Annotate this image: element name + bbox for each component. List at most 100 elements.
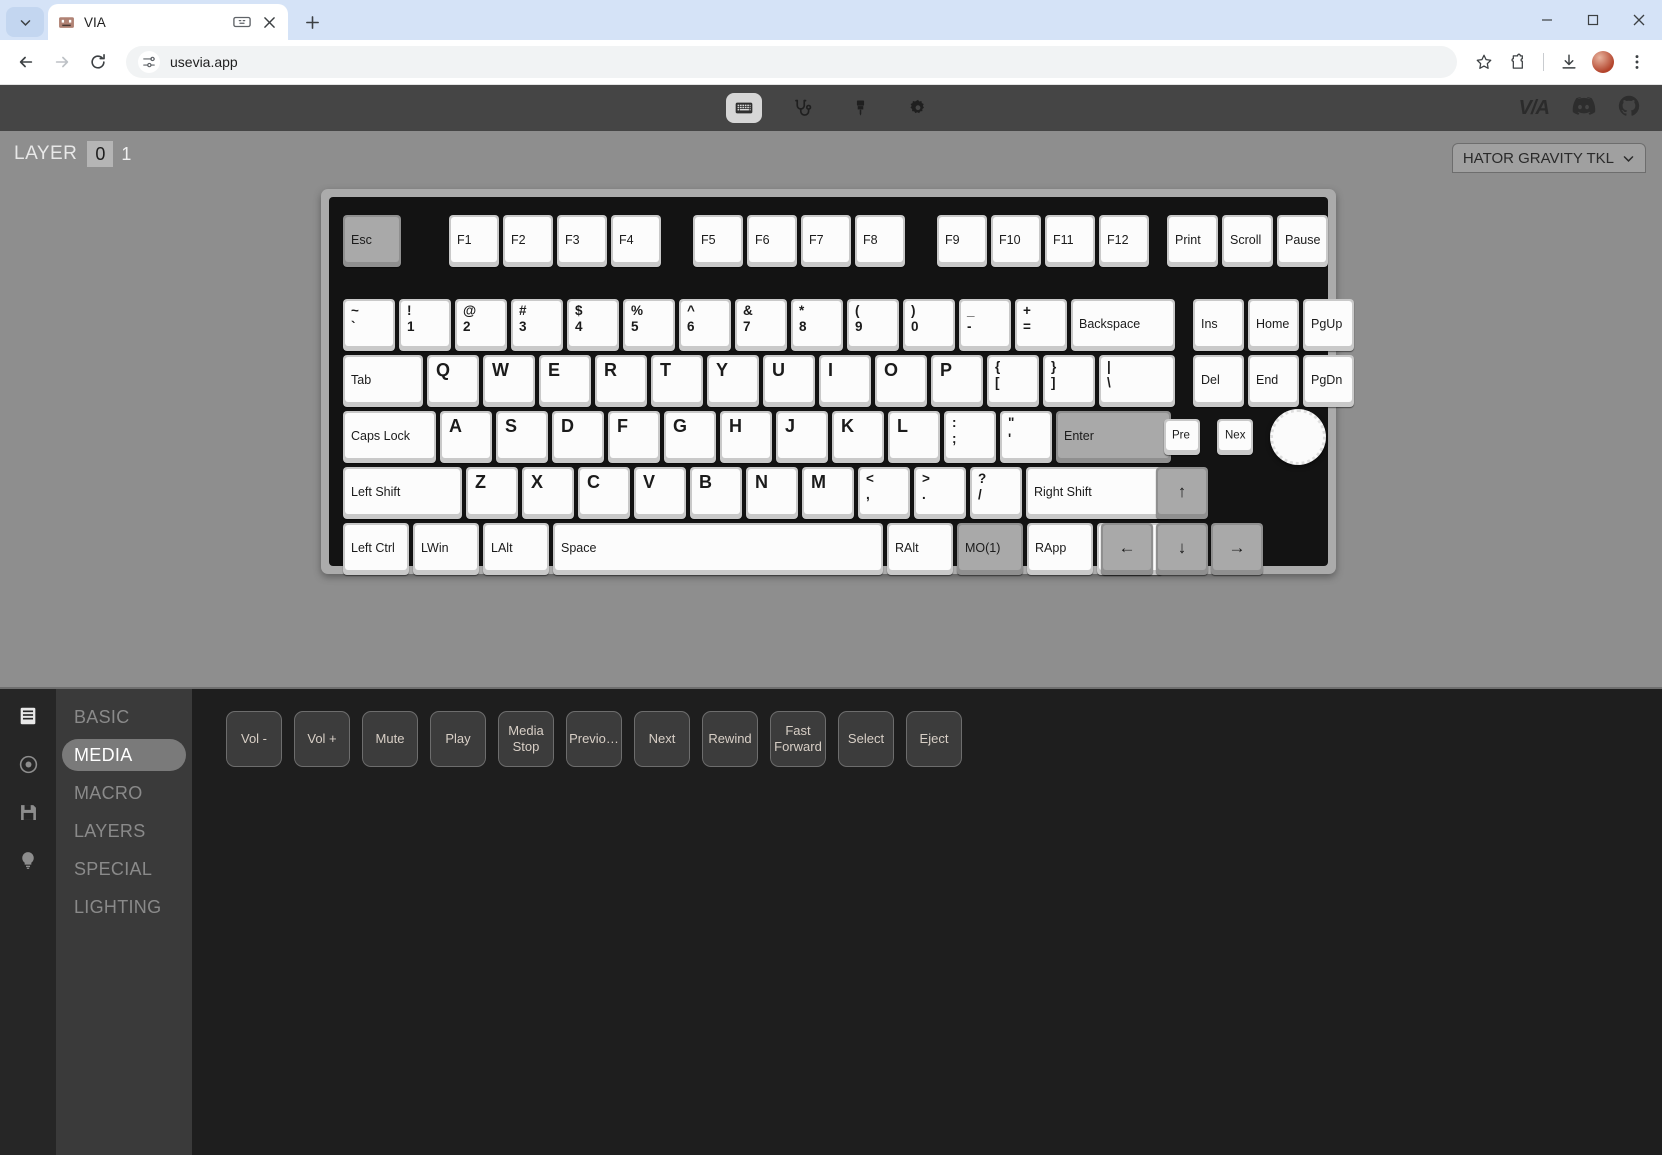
key-q[interactable]: Q xyxy=(427,355,479,407)
minimize-icon[interactable] xyxy=(1524,0,1570,40)
download-icon[interactable] xyxy=(1554,47,1584,77)
key-print[interactable]: Print xyxy=(1167,215,1218,267)
key-arrow-down[interactable]: ↓ xyxy=(1156,523,1208,575)
app-tab-settings[interactable] xyxy=(900,93,936,123)
lighting-bulb-icon[interactable] xyxy=(15,847,41,873)
key-5[interactable]: % 5 xyxy=(623,299,675,351)
key-i[interactable]: I xyxy=(819,355,871,407)
key-lalt[interactable]: LAlt xyxy=(483,523,549,575)
key-pause[interactable]: Pause xyxy=(1277,215,1328,267)
key-y[interactable]: Y xyxy=(707,355,759,407)
keycode-next[interactable]: Next xyxy=(634,711,690,767)
key-f[interactable]: F xyxy=(608,411,660,463)
key-arrow-up[interactable]: ↑ xyxy=(1156,467,1208,519)
keycode-media-stop[interactable]: Media Stop xyxy=(498,711,554,767)
key-s[interactable]: S xyxy=(496,411,548,463)
category-layers[interactable]: LAYERS xyxy=(62,815,186,847)
keycode-rewind[interactable]: Rewind xyxy=(702,711,758,767)
key-8[interactable]: * 8 xyxy=(791,299,843,351)
category-media[interactable]: MEDIA xyxy=(62,739,186,771)
key-z[interactable]: Z xyxy=(466,467,518,519)
category-basic[interactable]: BASIC xyxy=(62,701,186,733)
key-caps-lock[interactable]: Caps Lock xyxy=(343,411,436,463)
key-space[interactable]: Space xyxy=(553,523,883,575)
key-ins[interactable]: Ins xyxy=(1193,299,1244,351)
device-select[interactable]: HATOR GRAVITY TKL xyxy=(1451,143,1646,173)
app-tab-design[interactable] xyxy=(842,93,878,123)
category-lighting[interactable]: LIGHTING xyxy=(62,891,186,923)
keycode-vol[interactable]: Vol + xyxy=(294,711,350,767)
key-f7[interactable]: F7 xyxy=(801,215,851,267)
keycode-previo[interactable]: Previo… xyxy=(566,711,622,767)
key-x[interactable]: X xyxy=(522,467,574,519)
site-settings-icon[interactable] xyxy=(138,51,160,73)
key-j[interactable]: J xyxy=(776,411,828,463)
key-b[interactable]: B xyxy=(690,467,742,519)
extensions-puzzle-icon[interactable] xyxy=(1503,47,1533,77)
key-f2[interactable]: F2 xyxy=(503,215,553,267)
key-4-8[interactable]: <, xyxy=(858,467,910,519)
key-p[interactable]: P xyxy=(931,355,983,407)
key-2-13[interactable]: | \ xyxy=(1099,355,1175,407)
key-del[interactable]: Del xyxy=(1193,355,1244,407)
key-0[interactable]: ) 0 xyxy=(903,299,955,351)
key-1-12[interactable]: + = xyxy=(1015,299,1067,351)
key-f8[interactable]: F8 xyxy=(855,215,905,267)
keycode-play[interactable]: Play xyxy=(430,711,486,767)
key-enter[interactable]: Enter xyxy=(1056,411,1171,463)
key-pgdn[interactable]: PgDn xyxy=(1303,355,1354,407)
browser-tab[interactable]: VIA xyxy=(48,4,288,40)
key-t[interactable]: T xyxy=(651,355,703,407)
key-rapp[interactable]: RApp xyxy=(1027,523,1093,575)
key-f3[interactable]: F3 xyxy=(557,215,607,267)
key-e[interactable]: E xyxy=(539,355,591,407)
star-icon[interactable] xyxy=(1469,47,1499,77)
github-icon[interactable] xyxy=(1618,95,1640,122)
key-u[interactable]: U xyxy=(763,355,815,407)
key-2[interactable]: @2 xyxy=(455,299,507,351)
key-l[interactable]: L xyxy=(888,411,940,463)
record-macro-icon[interactable] xyxy=(15,751,41,777)
category-special[interactable]: SPECIAL xyxy=(62,853,186,885)
app-tab-debug[interactable] xyxy=(784,93,820,123)
key-1-0[interactable]: ~ ` xyxy=(343,299,395,351)
key-pgup[interactable]: PgUp xyxy=(1303,299,1354,351)
key-f9[interactable]: F9 xyxy=(937,215,987,267)
keycode-vol[interactable]: Vol - xyxy=(226,711,282,767)
address-bar[interactable]: usevia.app xyxy=(126,46,1457,78)
rotary-encoder-knob[interactable] xyxy=(1270,409,1326,465)
key-c[interactable]: C xyxy=(578,467,630,519)
key-left-shift[interactable]: Left Shift xyxy=(343,467,462,519)
key-right-shift[interactable]: Right Shift xyxy=(1026,467,1171,519)
key-f6[interactable]: F6 xyxy=(747,215,797,267)
key-r[interactable]: R xyxy=(595,355,647,407)
back-arrow-icon[interactable] xyxy=(10,46,42,78)
key-m[interactable]: M xyxy=(802,467,854,519)
key-home[interactable]: Home xyxy=(1248,299,1299,351)
address-bar-text[interactable]: usevia.app xyxy=(170,54,1445,70)
window-close-icon[interactable] xyxy=(1616,0,1662,40)
kebab-menu-icon[interactable] xyxy=(1622,47,1652,77)
key-f4[interactable]: F4 xyxy=(611,215,661,267)
key-next-track[interactable]: Nex xyxy=(1217,419,1253,455)
key-3-10[interactable]: :; xyxy=(944,411,996,463)
app-tab-configure[interactable] xyxy=(726,93,762,123)
keycode-fast-forward[interactable]: Fast Forward xyxy=(770,711,826,767)
key-tab[interactable]: Tab xyxy=(343,355,423,407)
key-ralt[interactable]: RAlt xyxy=(887,523,953,575)
key-arrow-right[interactable]: → xyxy=(1211,523,1263,575)
key-4[interactable]: $4 xyxy=(567,299,619,351)
tab-media-icon[interactable] xyxy=(233,15,251,29)
category-macro[interactable]: MACRO xyxy=(62,777,186,809)
keymap-icon[interactable] xyxy=(15,703,41,729)
key-g[interactable]: G xyxy=(664,411,716,463)
forward-arrow-icon[interactable] xyxy=(46,46,78,78)
key-2-11[interactable]: {[ xyxy=(987,355,1039,407)
key-f5[interactable]: F5 xyxy=(693,215,743,267)
key-h[interactable]: H xyxy=(720,411,772,463)
key-w[interactable]: W xyxy=(483,355,535,407)
key-v[interactable]: V xyxy=(634,467,686,519)
key-lwin[interactable]: LWin xyxy=(413,523,479,575)
key-f1[interactable]: F1 xyxy=(449,215,499,267)
reload-icon[interactable] xyxy=(82,46,114,78)
